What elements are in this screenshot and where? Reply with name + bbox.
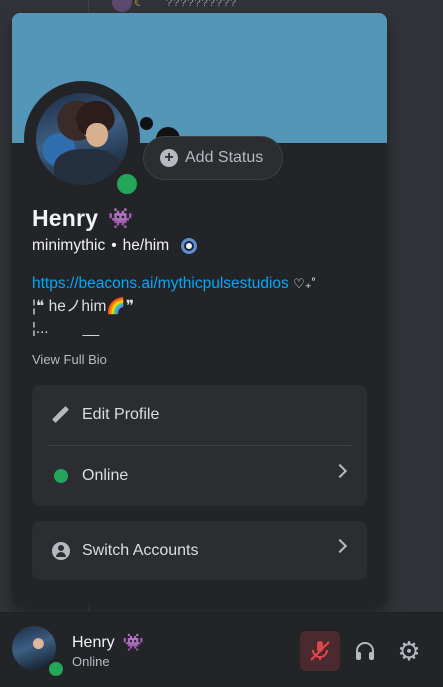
bio-link[interactable]: https://beacons.ai/mythicpulsestudios [32,275,289,292]
username[interactable]: minimythic [32,237,105,255]
user-settings-button[interactable]: ⚙ [389,631,429,671]
switch-accounts-section: Switch Accounts [32,521,367,580]
ring-badge-icon[interactable] [181,238,198,254]
background-text: ?????????? [166,0,238,9]
mute-button[interactable] [300,631,340,671]
user-panel-name: Henry [72,634,115,651]
user-panel-status-dot [46,659,66,679]
bio-line-3: ¦... __ [32,320,99,337]
profile-avatar[interactable] [24,81,141,198]
bio-line-3-text: ¦... [32,320,49,337]
deafen-button[interactable] [345,631,385,671]
headset-icon [356,642,374,660]
bio-line-2: ¦❝ heノhim🌈❞ [32,298,135,315]
plus-icon: + [160,149,178,167]
user-panel-name-row[interactable]: Henry 👾 [72,633,144,653]
add-status-label: Add Status [185,149,264,166]
microphone-muted-icon [310,641,330,661]
bio-line-3-tail: __ [82,320,100,337]
profile-popout: + Add Status Henry 👾 minimythic • he/him… [12,13,387,605]
background-chat: ☾ ?????????? [0,0,443,687]
status-selector[interactable]: Online [32,446,367,506]
online-status-dot [113,170,141,198]
space-invader-icon: 👾 [122,633,144,652]
status-label: Online [82,467,129,484]
chevron-right-icon [332,538,348,554]
chevron-right-icon [332,463,348,479]
separator: • [111,237,117,254]
edit-profile-label: Edit Profile [82,406,160,423]
online-status-icon [54,469,68,483]
bio: https://beacons.ai/mythicpulsestudios ♡₊… [32,272,372,318]
switch-accounts-button[interactable]: Switch Accounts [32,521,367,580]
user-circle-icon [52,541,70,560]
username-row: minimythic • he/him [32,237,198,255]
edit-profile-button[interactable]: Edit Profile [32,385,367,445]
bio-link-suffix: ♡₊˚ [293,276,316,291]
gear-icon: ⚙ [397,636,421,666]
avatar-image [36,93,128,185]
user-panel: Henry 👾 Online ⚙ [0,612,443,687]
moon-icon: ☾ [134,0,145,9]
display-name: Henry [32,205,99,231]
profile-menu: Edit Profile Online [32,385,367,506]
view-full-bio-link[interactable]: View Full Bio [32,352,107,367]
pronouns: he/him [122,237,170,254]
thought-bubble-small [140,117,153,130]
display-name-row: Henry 👾 [32,205,133,232]
space-invader-icon: 👾 [108,208,134,230]
pencil-icon [52,406,70,424]
background-avatar [112,0,132,12]
add-status-button[interactable]: + Add Status [143,136,283,180]
user-panel-status: Online [72,654,110,669]
switch-accounts-label: Switch Accounts [82,541,199,559]
